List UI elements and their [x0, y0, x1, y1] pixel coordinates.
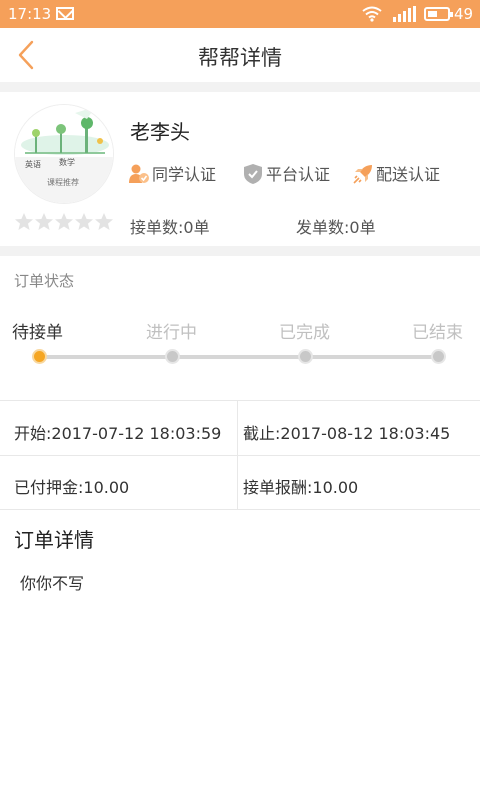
shield-check-icon [244, 164, 262, 184]
step-ended: 已结束 [412, 323, 463, 343]
order-status-title: 订单状态 [14, 272, 75, 290]
divider [0, 400, 480, 401]
signal-icon [393, 6, 416, 22]
step-dot-ended [431, 349, 446, 364]
step-in-progress: 进行中 [146, 323, 197, 343]
step-dot-completed [298, 349, 313, 364]
page-title: 帮帮详情 [198, 46, 282, 70]
order-reward: 接单报酬:10.00 [243, 478, 359, 497]
status-time: 17:13 [8, 5, 52, 23]
step-completed: 已完成 [279, 323, 330, 343]
step-dot-in-progress [165, 349, 180, 364]
order-progress: 待接单 进行中 已完成 已结束 [0, 318, 480, 378]
order-detail-title: 订单详情 [14, 528, 94, 552]
status-bar: 17:13 49 [0, 0, 480, 28]
deadline-time: 截止:2017-08-12 18:03:45 [243, 424, 451, 443]
mail-icon [56, 7, 74, 20]
avatar-text-course: 课程推荐 [47, 178, 79, 187]
divider [0, 246, 480, 256]
star-icon [35, 213, 53, 230]
star-icon [75, 213, 93, 230]
divider [0, 455, 480, 456]
cert-delivery-label: 配送认证 [376, 165, 441, 184]
avatar-illustration [15, 105, 113, 203]
order-detail-text: 你你不写 [20, 574, 85, 593]
divider [0, 509, 480, 510]
cert-student-label: 同学认证 [152, 165, 217, 184]
profile-card: 英语 数学 课程推荐 老李头 同学认证 平台认证 配送认证 接单数:0单 发单数… [0, 92, 480, 242]
star-icon [55, 213, 73, 230]
divider [0, 82, 480, 92]
avatar-text-math: 数学 [59, 158, 75, 167]
cert-platform-label: 平台认证 [266, 165, 331, 184]
posted-count: 发单数:0单 [296, 218, 376, 237]
nav-bar: 帮帮详情 [0, 28, 480, 82]
battery-percent: 49 [454, 5, 474, 23]
step-pending: 待接单 [12, 323, 63, 343]
deposit-paid: 已付押金:10.00 [14, 478, 130, 497]
star-icon [95, 213, 113, 230]
accepted-count: 接单数:0单 [130, 218, 210, 237]
avatar-text-english: 英语 [25, 160, 41, 169]
star-icon [15, 213, 33, 230]
step-dot-pending [32, 349, 47, 364]
battery-icon [424, 7, 453, 21]
avatar[interactable]: 英语 数学 课程推荐 [14, 104, 114, 204]
divider [237, 400, 238, 509]
student-badge-icon [129, 164, 149, 183]
start-time: 开始:2017-07-12 18:03:59 [14, 424, 222, 443]
rocket-icon [353, 165, 372, 184]
progress-track [40, 355, 440, 359]
user-name: 老李头 [130, 120, 190, 144]
rating-stars [14, 212, 118, 232]
wifi-icon [362, 6, 382, 22]
